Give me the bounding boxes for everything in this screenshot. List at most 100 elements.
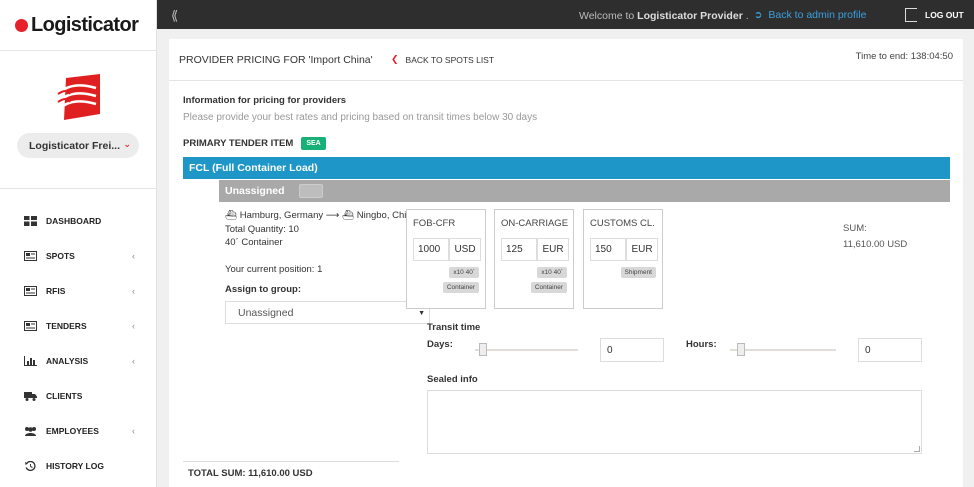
ship-icon: ⛴ (342, 210, 355, 221)
main-panel: PROVIDER PRICING FOR 'Import China' ❮ BA… (169, 39, 963, 487)
sidebar-item-tenders[interactable]: TENDERS ‹ (0, 316, 157, 336)
resize-grip-icon[interactable] (914, 446, 920, 452)
page-title: PROVIDER PRICING FOR 'Import China' (179, 54, 373, 66)
group-toggle[interactable] (298, 184, 323, 198)
cost-value-input[interactable]: 150 (590, 238, 626, 261)
chevron-left-icon: ‹ (132, 356, 135, 366)
sidebar-item-analysis[interactable]: ANALYSIS ‹ (0, 351, 157, 371)
welcome-name: Logisticator Provider (637, 10, 743, 22)
back-to-admin-label: Back to admin profile (768, 9, 867, 21)
cost-value-input[interactable]: 1000 (413, 238, 449, 261)
cost-title: CUSTOMS CL. (590, 218, 655, 229)
rfis-icon (24, 286, 37, 296)
welcome-text: Welcome to Logisticator Provider . (579, 10, 749, 22)
sealed-info-label: Sealed info (427, 374, 478, 385)
sidebar-item-employees[interactable]: EMPLOYEES ‹ (0, 421, 157, 441)
company-name: Logisticator Frei... (29, 139, 121, 152)
cost-value-input[interactable]: 125 (501, 238, 537, 261)
sidebar-item-label: DASHBOARD (46, 216, 102, 226)
sidebar-item-spots[interactable]: SPOTS ‹ (0, 246, 157, 266)
logout-button[interactable]: LOG OUT (905, 8, 964, 22)
days-input[interactable]: 0 (600, 338, 664, 362)
logo-dot-icon (15, 19, 28, 32)
hours-slider-track[interactable] (730, 349, 836, 351)
sea-badge: SEA (301, 137, 326, 150)
assign-group-select[interactable]: Unassigned ▼ (225, 301, 430, 324)
primary-tender-label: PRIMARY TENDER ITEM (183, 138, 294, 149)
logout-label: LOG OUT (925, 10, 964, 20)
sidebar-item-clients[interactable]: CLIENTS (0, 386, 157, 406)
currency-select[interactable]: EUR (626, 238, 658, 261)
total-sum: TOTAL SUM: 11,610.00 USD (188, 468, 313, 479)
sum-label: SUM: (843, 223, 867, 234)
hours-slider-handle[interactable] (737, 343, 745, 356)
back-to-spots-link[interactable]: ❮ BACK TO SPOTS LIST (391, 54, 494, 65)
sidebar-item-label: EMPLOYEES (46, 426, 99, 436)
welcome-prefix: Welcome to (579, 10, 635, 22)
container-type: 40´ Container (225, 237, 283, 248)
currency-select[interactable]: USD (449, 238, 481, 261)
sidebar-item-dashboard[interactable]: DASHBOARD (0, 211, 157, 231)
sidebar: Logisticator Logisticator Frei... ⌄ DASH… (0, 0, 157, 487)
divider (0, 50, 157, 51)
fcl-label: FCL (Full Container Load) (189, 162, 318, 174)
company-logo-icon (57, 74, 100, 120)
sidebar-item-label: TENDERS (46, 321, 87, 331)
sidebar-item-label: ANALYSIS (46, 356, 89, 366)
assign-group-label: Assign to group: (225, 284, 301, 295)
quantity-tag: x10 40´ (449, 267, 479, 278)
logout-icon (905, 8, 917, 22)
current-position: Your current position: 1 (225, 264, 323, 275)
analysis-icon (24, 356, 37, 366)
hours-label: Hours: (686, 339, 717, 350)
arrow-right-icon: ⟶ (325, 210, 340, 221)
chevron-left-icon: ‹ (132, 321, 135, 331)
sidebar-item-label: CLIENTS (46, 391, 83, 401)
unit-tag: Shipment (620, 267, 656, 278)
info-title: Information for pricing for providers (183, 95, 347, 106)
sum-value: 11,610.00 USD (843, 239, 908, 250)
transit-time-label: Transit time (427, 322, 481, 333)
info-subtitle: Please provide your best rates and prici… (183, 112, 538, 123)
route-details: ⛴ Hamburg, Germany ⟶ ⛴ Ningbo, China Tot… (225, 209, 417, 250)
time-to-end: Time to end: 138:04:50 (855, 51, 953, 62)
sidebar-item-label: HISTORY LOG (46, 461, 104, 471)
chevron-left-icon: ❮ (391, 54, 399, 64)
employees-icon (25, 427, 36, 436)
logo-text: Logisticator (31, 14, 139, 36)
cost-box-on-carriage: ON-CARRIAGE 125 EUR x10 40´ Container (494, 209, 574, 309)
fcl-bar: FCL (Full Container Load) (183, 157, 950, 179)
ship-icon: ⛴ (225, 210, 238, 221)
hours-input[interactable]: 0 (858, 338, 922, 362)
cost-title: FOB-CFR (413, 218, 456, 229)
cost-title: ON-CARRIAGE (501, 218, 569, 229)
unit-tag: Container (442, 282, 479, 293)
days-slider-track[interactable] (475, 349, 578, 351)
cost-box-fob-cfr: FOB-CFR 1000 USD x10 40´ Container (406, 209, 486, 309)
clients-icon (24, 392, 37, 401)
currency-select[interactable]: EUR (537, 238, 569, 261)
welcome-suffix: . (745, 10, 749, 22)
route-from: Hamburg, Germany (239, 210, 324, 221)
chevron-left-icon: ‹ (132, 286, 135, 296)
assign-group-value: Unassigned (238, 306, 294, 319)
days-slider-handle[interactable] (479, 343, 487, 356)
back-to-admin-link[interactable]: ➲ Back to admin profile (754, 9, 866, 21)
divider (183, 461, 399, 462)
divider (0, 188, 157, 189)
dropdown-arrow-icon: ▼ (418, 310, 425, 317)
group-label: Unassigned (225, 185, 285, 197)
back-to-spots-label: BACK TO SPOTS LIST (405, 54, 495, 65)
topbar: ⟪ Welcome to Logisticator Provider . ➲ B… (157, 0, 974, 29)
sidebar-item-history-log[interactable]: HISTORY LOG (0, 456, 157, 476)
route-line: ⛴ Hamburg, Germany ⟶ ⛴ Ningbo, China (225, 209, 417, 223)
logo[interactable]: Logisticator (15, 14, 139, 37)
tenders-icon (24, 321, 37, 331)
sidebar-item-rfis[interactable]: RFIS ‹ (0, 281, 157, 301)
group-bar: Unassigned (219, 180, 950, 202)
sealed-info-textarea[interactable] (427, 390, 922, 454)
collapse-sidebar-icon[interactable]: ⟪ (171, 8, 178, 24)
chevron-left-icon: ‹ (132, 426, 135, 436)
quantity-tag: x10 40´ (537, 267, 567, 278)
company-selector[interactable]: Logisticator Frei... ⌄ (17, 133, 139, 158)
